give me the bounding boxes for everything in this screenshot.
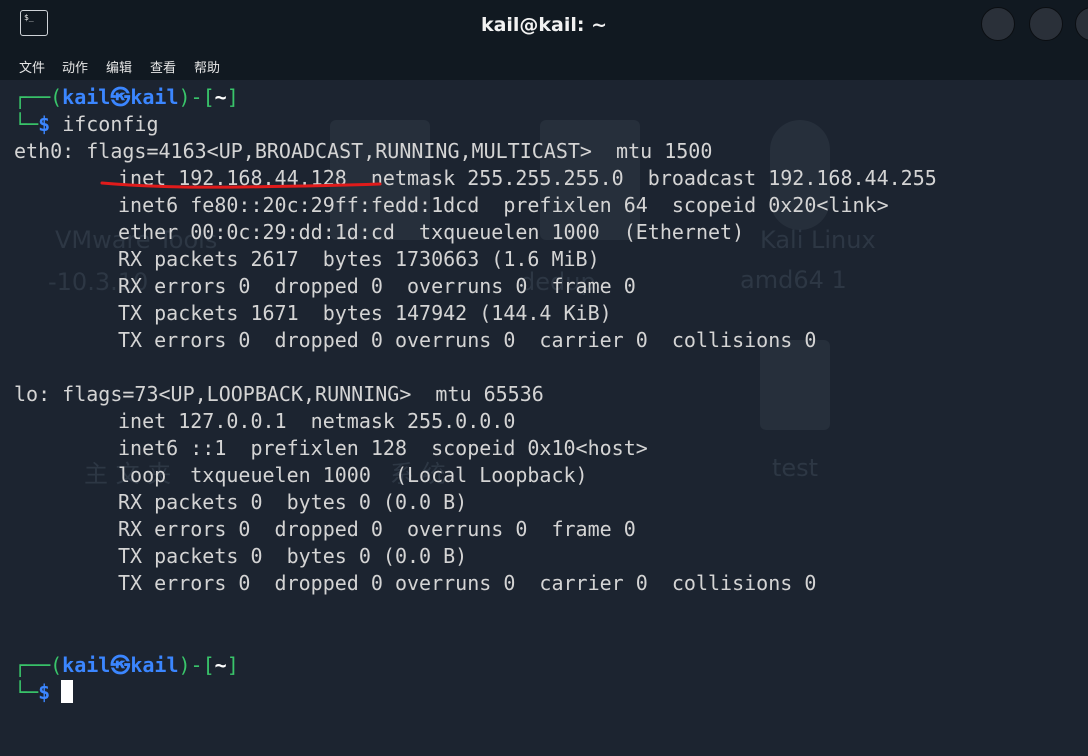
desktop-label: test	[772, 454, 819, 482]
window-title: kail@kail: ~	[480, 14, 608, 36]
minimize-button[interactable]	[981, 7, 1015, 41]
menu-help[interactable]: 帮助	[194, 57, 220, 76]
red-underline-annotation	[100, 181, 382, 189]
output-line: RX errors 0 dropped 0 overruns 0 frame 0	[118, 517, 636, 541]
output-line: TX packets 0 bytes 0 (0.0 B)	[118, 544, 468, 568]
output-line: inet6 ::1 prefixlen 128 scopeid 0x10<hos…	[118, 436, 648, 460]
menu-edit[interactable]: 编辑	[106, 57, 132, 76]
command-line: └─$ ifconfig	[14, 112, 159, 136]
title-bar: $_ kail@kail: ~	[0, 0, 1088, 50]
output-line: inet6 fe80::20c:29ff:fedd:1dcd prefixlen…	[118, 193, 889, 217]
output-line: RX packets 2617 bytes 1730663 (1.6 MiB)	[118, 247, 600, 271]
prompt-line-1: ┌──(kail㉿kail)-[~]	[14, 85, 239, 109]
output-line: eth0: flags=4163<UP,BROADCAST,RUNNING,MU…	[14, 139, 713, 163]
output-line: loop txqueuelen 1000 (Local Loopback)	[118, 463, 588, 487]
output-line: TX errors 0 dropped 0 overruns 0 carrier…	[118, 328, 817, 352]
menu-action[interactable]: 动作	[62, 57, 88, 76]
desktop-label: amd64 1	[740, 266, 847, 294]
prompt-line-2: ┌──(kail㉿kail)-[~]	[14, 653, 239, 677]
desktop-label: Kali Linux	[760, 226, 876, 254]
input-line[interactable]: └─$	[14, 679, 74, 706]
menu-view[interactable]: 查看	[150, 57, 176, 76]
command-text: ifconfig	[62, 112, 159, 136]
menu-bar: 文件 动作 编辑 查看 帮助	[0, 50, 1088, 80]
output-line: RX errors 0 dropped 0 overruns 0 frame 0	[118, 274, 636, 298]
output-line: ether 00:0c:29:dd:1d:cd txqueuelen 1000 …	[118, 220, 745, 244]
output-line: lo: flags=73<UP,LOOPBACK,RUNNING> mtu 65…	[14, 382, 544, 406]
terminal-area[interactable]: VMware Tools -10.3.10 dedup Kali Linux a…	[0, 80, 1088, 756]
output-line: TX errors 0 dropped 0 overruns 0 carrier…	[118, 571, 817, 595]
output-line: RX packets 0 bytes 0 (0.0 B)	[118, 490, 468, 514]
output-line: inet 127.0.0.1 netmask 255.0.0.0	[118, 409, 516, 433]
output-line: TX packets 1671 bytes 147942 (144.4 KiB)	[118, 301, 612, 325]
menu-file[interactable]: 文件	[19, 57, 45, 76]
maximize-button[interactable]	[1029, 7, 1063, 41]
text-cursor	[61, 680, 74, 703]
